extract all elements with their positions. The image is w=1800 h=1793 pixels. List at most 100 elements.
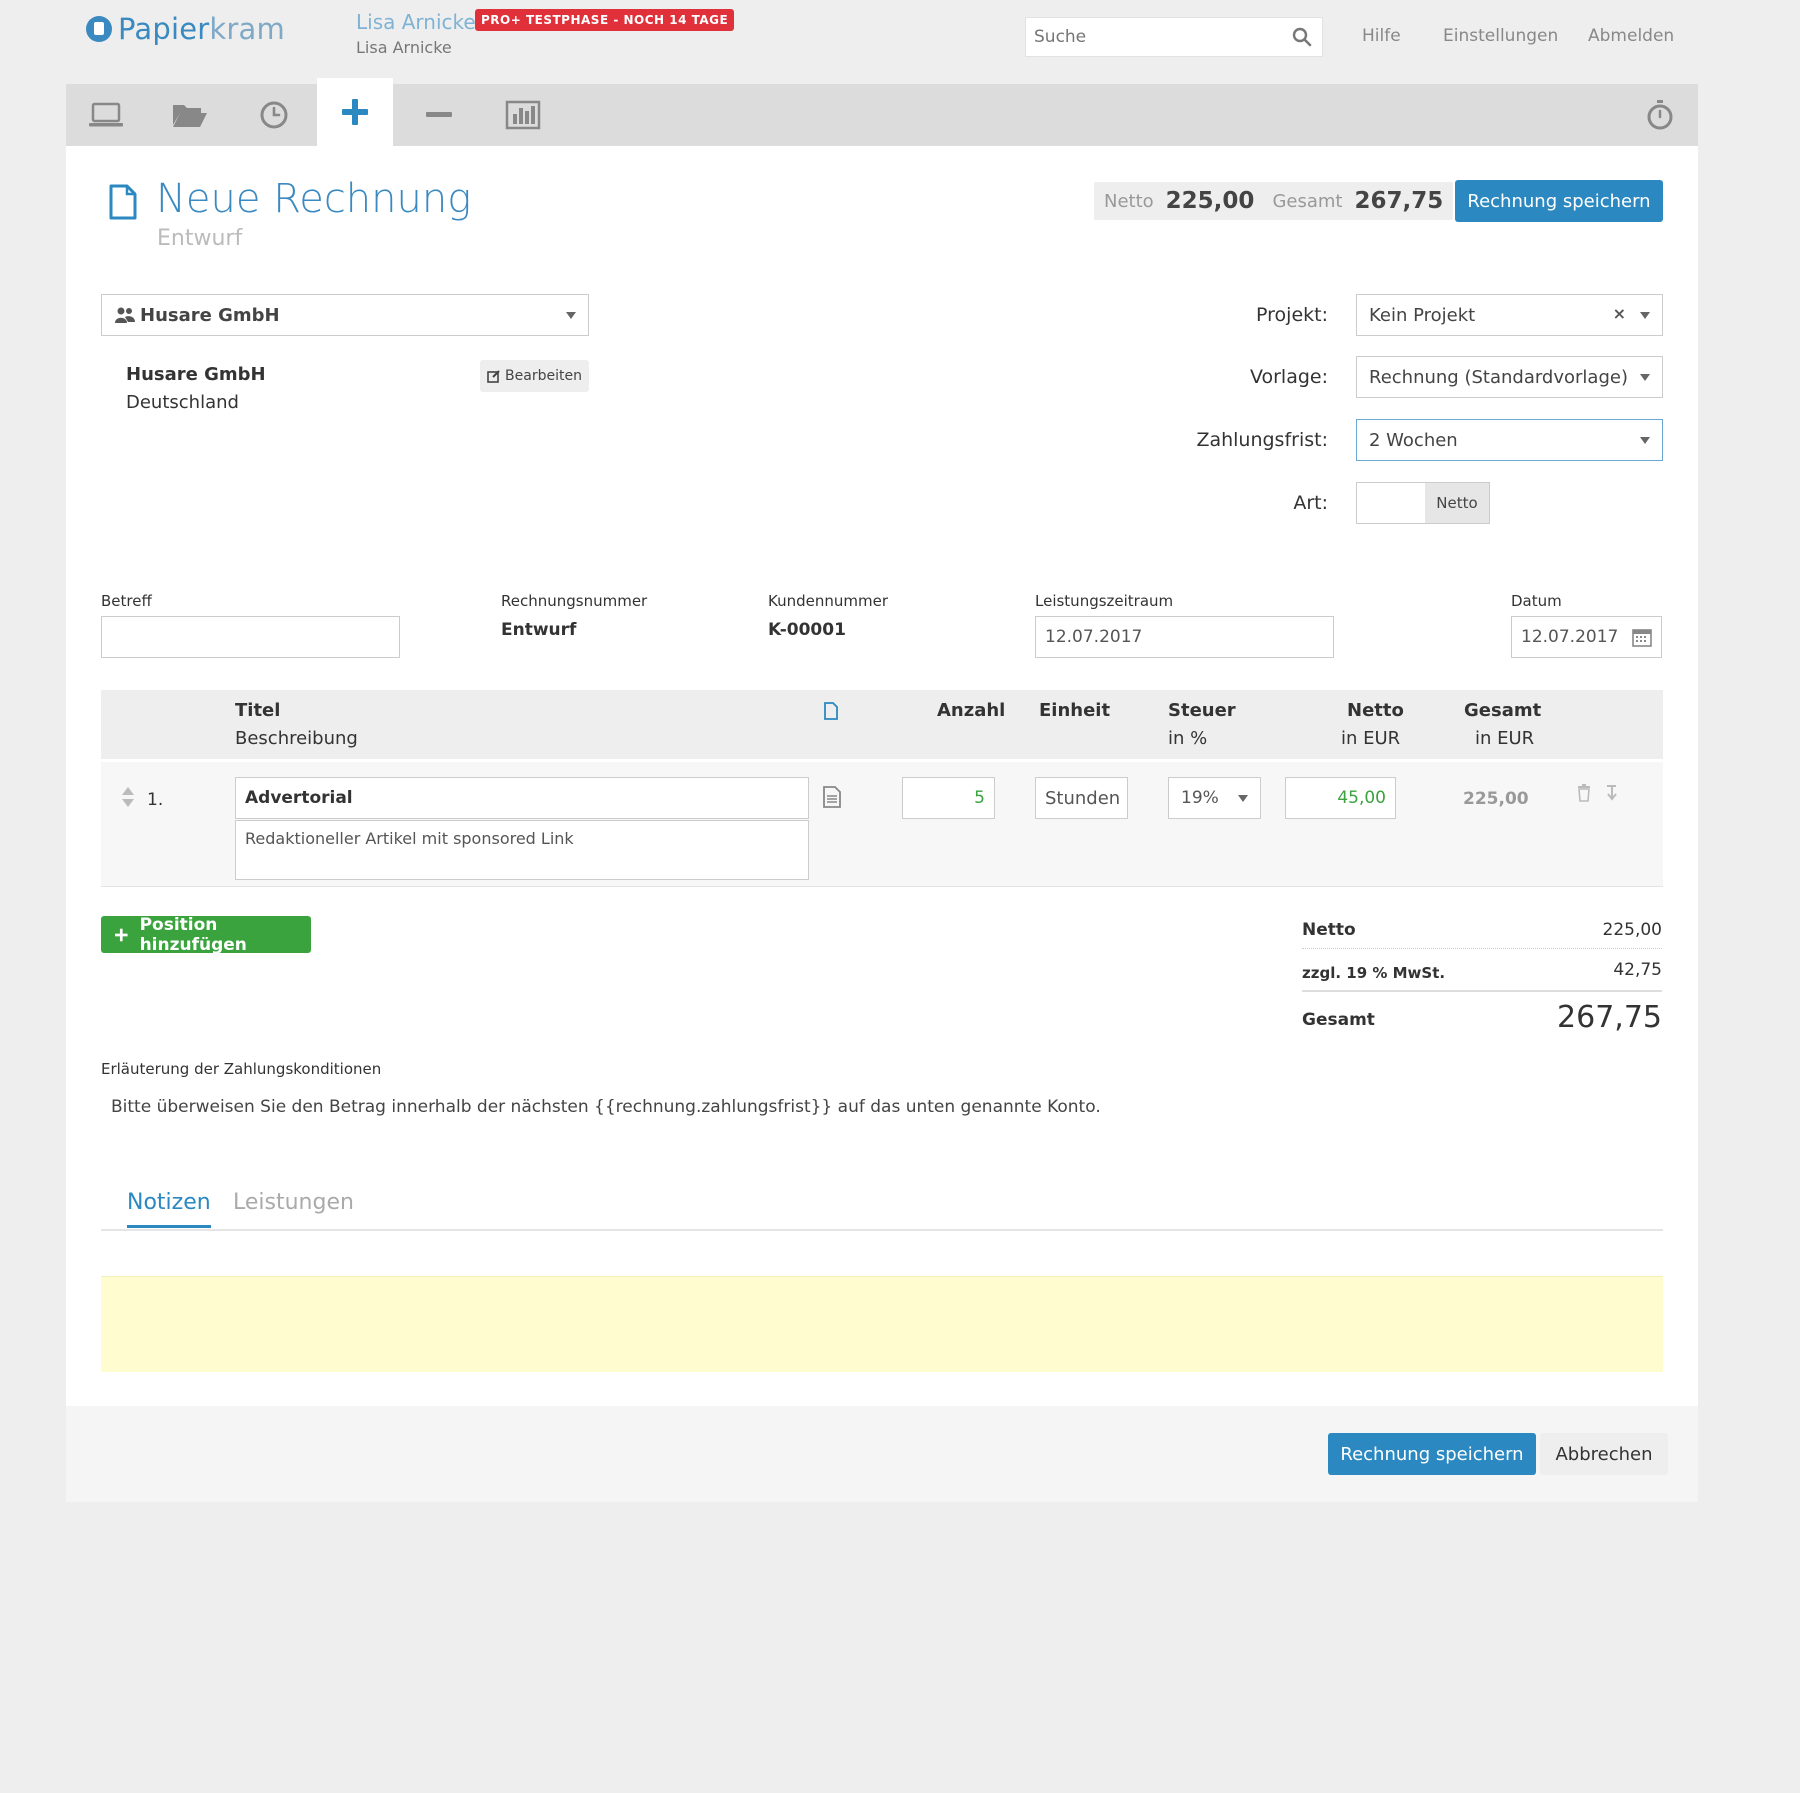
- document-icon[interactable]: [824, 702, 838, 720]
- trial-badge[interactable]: PRO+ TESTPHASE - NOCH 14 TAGE: [475, 9, 735, 31]
- calendar-icon[interactable]: [1632, 627, 1652, 647]
- type-label: Art:: [1293, 492, 1328, 514]
- service-period-input[interactable]: 12.07.2017: [1035, 616, 1334, 658]
- col-tax-sub: in %: [1168, 728, 1208, 749]
- bar-chart-icon: [505, 100, 541, 130]
- tab-expenses[interactable]: [401, 84, 477, 146]
- save-invoice-button[interactable]: Rechnung speichern: [1328, 1433, 1536, 1475]
- summary-vat-label: zzgl. 19 % MwSt.: [1302, 964, 1446, 982]
- brand-name: Papierkram: [118, 12, 285, 46]
- template-select[interactable]: Rechnung (Standardvorlage): [1356, 356, 1663, 398]
- search-box: [1025, 17, 1323, 57]
- payment-term-select[interactable]: 2 Wochen: [1356, 419, 1663, 461]
- search-input[interactable]: [1026, 18, 1276, 56]
- item-unit-input[interactable]: Stunden: [1035, 777, 1128, 819]
- template-select-value: Rechnung (Standardvorlage): [1369, 366, 1628, 388]
- tab-time-tracking[interactable]: [236, 84, 312, 146]
- add-position-button[interactable]: Position hinzufügen: [101, 915, 311, 955]
- tab-dashboard[interactable]: [68, 84, 144, 146]
- logout-link[interactable]: Abmelden: [1588, 26, 1674, 46]
- type-toggle-off[interactable]: [1357, 483, 1425, 523]
- item-tax-select[interactable]: 19%: [1168, 777, 1261, 819]
- divider: [1302, 948, 1662, 949]
- chevron-down-icon: [1640, 374, 1650, 381]
- col-unit: Einheit: [1039, 700, 1111, 721]
- text-template-icon[interactable]: [823, 786, 841, 808]
- customer-name: Husare GmbH: [126, 364, 266, 385]
- chevron-down-icon: [1238, 795, 1248, 802]
- summary-net-label: Netto: [1302, 920, 1356, 940]
- item-quantity-input[interactable]: 5: [902, 777, 995, 819]
- brand-logo[interactable]: Papierkram: [86, 12, 285, 46]
- help-link[interactable]: Hilfe: [1362, 26, 1401, 46]
- user-account-name: Lisa Arnicke: [356, 38, 452, 57]
- col-net: Netto: [1347, 700, 1404, 721]
- minus-icon: [426, 112, 452, 117]
- customer-number-value: K-00001: [768, 620, 846, 640]
- table-row: 1. Advertorial Redaktioneller Artikel mi…: [101, 762, 1663, 887]
- subject-input[interactable]: [101, 616, 400, 658]
- settings-link[interactable]: Einstellungen: [1443, 26, 1558, 46]
- cancel-button[interactable]: Abbrechen: [1540, 1433, 1668, 1475]
- main-nav-bar: [66, 78, 1698, 146]
- header-gesamt-value: 267,75: [1354, 188, 1444, 214]
- item-tax-value: 19%: [1181, 788, 1219, 808]
- service-period-label: Leistungszeitraum: [1035, 592, 1174, 610]
- col-tax: Steuer: [1168, 700, 1236, 721]
- subject-label: Betreff: [101, 592, 152, 610]
- search-icon[interactable]: [1292, 27, 1312, 47]
- notes-textarea[interactable]: [101, 1276, 1663, 1372]
- laptop-icon: [89, 102, 123, 127]
- chevron-down-icon: [1640, 312, 1650, 319]
- page-status: Entwurf: [157, 226, 243, 251]
- summary-net-value: 225,00: [1602, 920, 1662, 940]
- edit-customer-button[interactable]: Bearbeiten: [480, 360, 589, 392]
- page-title: Neue Rechnung: [156, 176, 472, 222]
- header-gesamt-label: Gesamt: [1272, 190, 1343, 212]
- date-label: Datum: [1511, 592, 1562, 610]
- payment-term-label: Zahlungsfrist:: [1196, 429, 1328, 451]
- summary-total-value: 267,75: [1557, 1000, 1662, 1035]
- item-total-value: 225,00: [1463, 789, 1529, 809]
- header-netto-label: Netto: [1104, 190, 1154, 212]
- customer-select-value: Husare GmbH: [140, 304, 280, 326]
- customer-country: Deutschland: [126, 392, 239, 413]
- chevron-down-icon: [1640, 437, 1650, 444]
- totals-summary: Netto 225,00 Gesamt 267,75: [1094, 182, 1454, 220]
- sort-handle-icon[interactable]: [121, 786, 135, 808]
- clock-icon: [260, 101, 288, 129]
- summary-total-label: Gesamt: [1302, 1010, 1375, 1030]
- position-number: 1.: [147, 790, 164, 810]
- header-netto-value: 225,00: [1165, 188, 1255, 214]
- col-quantity: Anzahl: [937, 700, 1006, 721]
- date-input[interactable]: 12.07.2017: [1511, 616, 1662, 658]
- item-title-input[interactable]: Advertorial: [235, 777, 809, 819]
- edit-icon: [487, 370, 500, 383]
- divider: [1302, 990, 1662, 992]
- tab-stopwatch[interactable]: [1622, 84, 1698, 146]
- tab-reports[interactable]: [485, 84, 561, 146]
- tab-services[interactable]: Leistungen: [233, 1190, 354, 1215]
- tab-income[interactable]: [317, 78, 393, 146]
- tab-documents[interactable]: [152, 84, 228, 146]
- customer-select[interactable]: Husare GmbH: [101, 294, 589, 336]
- tab-notes[interactable]: Notizen: [127, 1190, 211, 1228]
- col-description: Beschreibung: [235, 728, 358, 749]
- trash-icon[interactable]: [1577, 784, 1591, 802]
- type-toggle-netto[interactable]: Netto: [1425, 483, 1489, 523]
- item-description-input[interactable]: Redaktioneller Artikel mit sponsored Lin…: [235, 820, 809, 880]
- type-toggle[interactable]: Netto: [1356, 482, 1490, 524]
- item-net-input[interactable]: 45,00: [1285, 777, 1396, 819]
- document-icon: [109, 184, 137, 220]
- save-invoice-button-top[interactable]: Rechnung speichern: [1455, 180, 1663, 222]
- payment-terms-text[interactable]: Bitte überweisen Sie den Betrag innerhal…: [111, 1097, 1651, 1117]
- insert-below-icon[interactable]: [1606, 784, 1618, 802]
- col-total: Gesamt: [1464, 700, 1542, 721]
- date-value: 12.07.2017: [1521, 627, 1619, 647]
- col-net-sub: in EUR: [1341, 728, 1401, 749]
- project-select-value: Kein Projekt: [1369, 304, 1476, 326]
- user-name-link[interactable]: Lisa Arnicke: [356, 10, 476, 34]
- notes-tabs: Notizen Leistungen: [101, 1185, 1663, 1231]
- project-select[interactable]: Kein Projekt ×: [1356, 294, 1663, 336]
- clear-icon[interactable]: ×: [1613, 304, 1626, 323]
